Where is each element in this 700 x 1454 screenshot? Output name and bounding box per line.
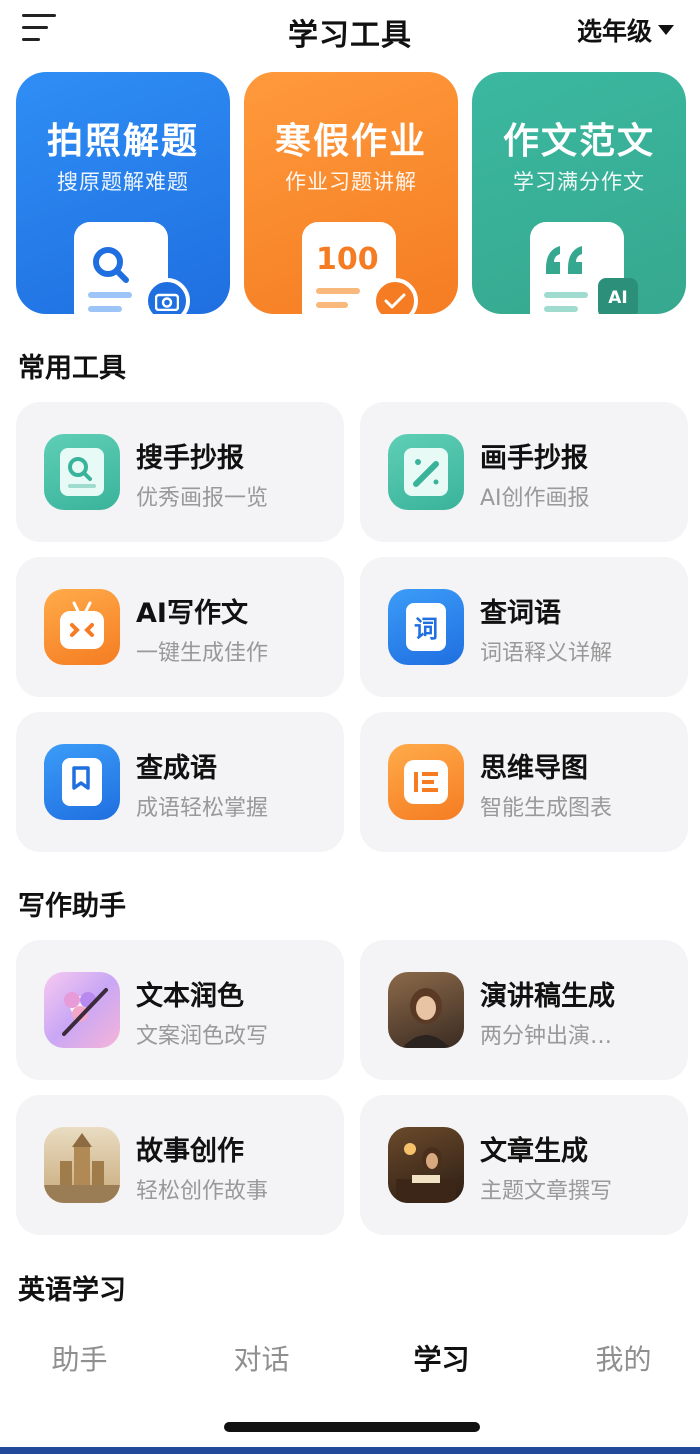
tool-desc: 轻松创作故事 (136, 1179, 269, 1204)
tool-desc: 一键生成佳作 (136, 641, 269, 666)
tool-name: 思维导图 (480, 753, 588, 784)
tool-name: 演讲稿生成 (480, 981, 615, 1012)
writer-desk-image (388, 1127, 464, 1203)
tool-card-word-lookup[interactable]: 词 查词语 词语释义详解 (360, 557, 688, 697)
tool-name: 搜手抄报 (136, 443, 244, 474)
tool-desc: AI创作画报 (480, 486, 590, 511)
tool-name: 查词语 (480, 598, 561, 629)
caret-down-icon (658, 25, 674, 35)
tab-mine[interactable]: 我的 (536, 1338, 700, 1378)
magic-wand-icon (388, 434, 464, 510)
tool-card-search-handcopy[interactable]: 搜手抄报 优秀画报一览 (16, 402, 344, 542)
feature-title: 寒假作业 (274, 121, 427, 162)
mind-map-icon (388, 744, 464, 820)
castle-image (44, 1127, 120, 1203)
feature-card-model-essays[interactable]: 作文范文 学习满分作文 AI (472, 72, 686, 314)
tool-desc: 词语释义详解 (480, 641, 613, 666)
home-indicator[interactable] (224, 1422, 480, 1432)
bottom-tab-bar: 助手 对话 学习 我的 (0, 1330, 700, 1390)
feature-title: 拍照解题 (46, 121, 199, 162)
camera-icon (144, 278, 190, 314)
tool-name: 查成语 (136, 753, 217, 784)
svg-text:词: 词 (414, 615, 438, 643)
tool-card-mind-map[interactable]: 思维导图 智能生成图表 (360, 712, 688, 852)
ai-badge-icon: AI (598, 278, 638, 314)
tool-desc: 两分钟出演… (480, 1024, 613, 1049)
tool-card-draw-handcopy[interactable]: 画手抄报 AI创作画报 (360, 402, 688, 542)
section-title-english-learning: 英语学习 (18, 1275, 126, 1306)
search-doc-icon (44, 434, 120, 510)
tab-learning[interactable]: 学习 (354, 1338, 529, 1378)
grade-select[interactable]: 选年级 (577, 12, 674, 48)
portrait-image (388, 972, 464, 1048)
tool-desc: 主题文章撰写 (480, 1179, 613, 1204)
tool-desc: 智能生成图表 (480, 796, 613, 821)
feature-subtitle: 搜原题解难题 (57, 170, 189, 194)
tool-name: 故事创作 (136, 1136, 244, 1167)
check-icon (372, 278, 418, 314)
flower-pen-image (44, 972, 120, 1048)
robot-face-icon (44, 589, 120, 665)
feature-card-winter-homework[interactable]: 寒假作业 作业习题讲解 100 (244, 72, 458, 314)
score-text: 100 (316, 242, 379, 277)
feature-subtitle: 学习满分作文 (513, 170, 645, 194)
top-bar: 学习工具 选年级 (0, 0, 700, 60)
bottom-edge-strip (0, 1447, 700, 1454)
grade-select-label: 选年级 (576, 17, 652, 46)
tool-card-idiom-lookup[interactable]: 查成语 成语轻松掌握 (16, 712, 344, 852)
tool-card-article-generator[interactable]: 文章生成 主题文章撰写 (360, 1095, 688, 1235)
tool-desc: 优秀画报一览 (136, 486, 269, 511)
tool-name: 文章生成 (480, 1136, 588, 1167)
bookmark-book-icon (44, 744, 120, 820)
tool-card-story-creation[interactable]: 故事创作 轻松创作故事 (16, 1095, 344, 1235)
section-title-writing-assistant: 写作助手 (18, 891, 126, 922)
section-title-common-tools: 常用工具 (18, 353, 126, 384)
tab-assistant[interactable]: 助手 (0, 1338, 167, 1378)
tool-card-speech-generator[interactable]: 演讲稿生成 两分钟出演… (360, 940, 688, 1080)
feature-card-photo-solve[interactable]: 拍照解题 搜原题解难题 (16, 72, 230, 314)
tool-name: 画手抄报 (480, 443, 588, 474)
word-book-icon: 词 (388, 589, 464, 665)
tool-name: 文本润色 (136, 981, 244, 1012)
tool-desc: 文案润色改写 (136, 1024, 269, 1049)
feature-subtitle: 作业习题讲解 (285, 170, 417, 194)
tool-name: AI写作文 (136, 598, 248, 629)
tool-desc: 成语轻松掌握 (136, 796, 269, 821)
feature-title: 作文范文 (502, 121, 655, 162)
tool-card-text-polish[interactable]: 文本润色 文案润色改写 (16, 940, 344, 1080)
tab-dialogue[interactable]: 对话 (174, 1338, 349, 1378)
tool-card-ai-essay[interactable]: AI写作文 一键生成佳作 (16, 557, 344, 697)
